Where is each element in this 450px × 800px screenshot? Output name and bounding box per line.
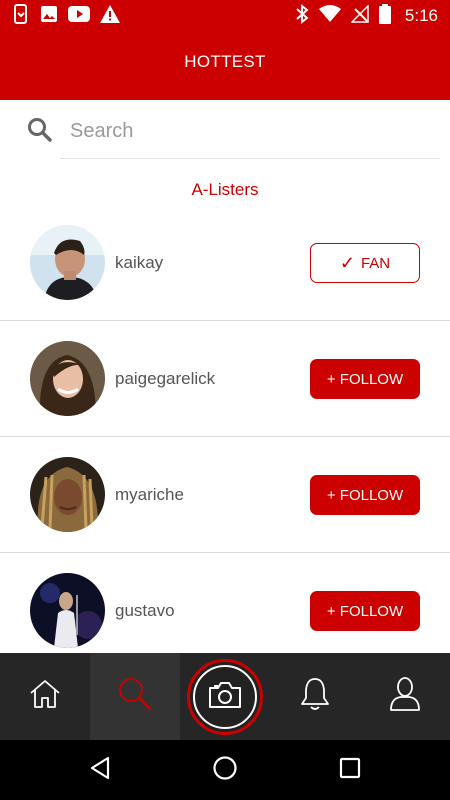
circle-icon (212, 755, 238, 786)
camera-icon (207, 680, 243, 715)
user-list: kaikay ✓ FAN paigegarelick + FOLLOW myar… (0, 205, 450, 669)
tab-home[interactable] (0, 653, 90, 740)
check-icon: ✓ (339, 252, 355, 273)
section-title: A-Listers (191, 180, 259, 199)
user-icon (388, 676, 422, 717)
bottom-tab-bar (0, 653, 450, 740)
battery-icon (378, 3, 391, 29)
back-button[interactable] (85, 755, 115, 785)
list-item[interactable]: myariche + FOLLOW (0, 437, 450, 553)
follow-button[interactable]: + FOLLOW (310, 359, 420, 399)
bell-icon (299, 676, 331, 717)
bluetooth-icon (295, 3, 309, 29)
username[interactable]: kaikay (115, 253, 163, 273)
no-signal-icon (350, 3, 369, 28)
avatar[interactable] (30, 225, 105, 300)
search-input[interactable] (60, 104, 440, 159)
youtube-icon (68, 5, 90, 27)
list-item[interactable]: gustavo + FOLLOW (0, 553, 450, 669)
username[interactable]: gustavo (115, 601, 175, 621)
search-icon (117, 676, 153, 717)
avatar[interactable] (30, 573, 105, 648)
device-icon (12, 3, 30, 29)
recents-button[interactable] (335, 755, 365, 785)
camera-inner-ring (193, 665, 257, 729)
follow-button[interactable]: + FOLLOW (310, 591, 420, 631)
button-label: FAN (360, 254, 391, 272)
tab-profile[interactable] (360, 653, 450, 740)
app-header: 5:16 HOTTEST (0, 0, 450, 100)
wifi-icon (318, 4, 341, 28)
search-icon[interactable] (27, 117, 53, 148)
system-nav-bar (0, 740, 450, 800)
avatar[interactable] (30, 457, 105, 532)
tab-notifications[interactable] (270, 653, 360, 740)
home-nav-button[interactable] (210, 755, 240, 785)
square-icon (339, 757, 361, 784)
page-title: HOTTEST (184, 52, 266, 71)
back-icon (89, 756, 111, 785)
fan-button[interactable]: ✓ FAN (310, 243, 420, 283)
home-icon (28, 677, 62, 716)
status-bar: 5:16 (0, 0, 450, 32)
username[interactable]: myariche (115, 485, 184, 505)
username[interactable]: paigegarelick (115, 369, 215, 389)
image-icon (40, 5, 58, 28)
tab-search[interactable] (90, 653, 180, 740)
list-item[interactable]: paigegarelick + FOLLOW (0, 321, 450, 437)
camera-button[interactable] (187, 659, 263, 735)
warning-icon (100, 4, 120, 28)
follow-button[interactable]: + FOLLOW (310, 475, 420, 515)
list-item[interactable]: kaikay ✓ FAN (0, 205, 450, 321)
avatar[interactable] (30, 341, 105, 416)
clock: 5:16 (404, 6, 438, 25)
